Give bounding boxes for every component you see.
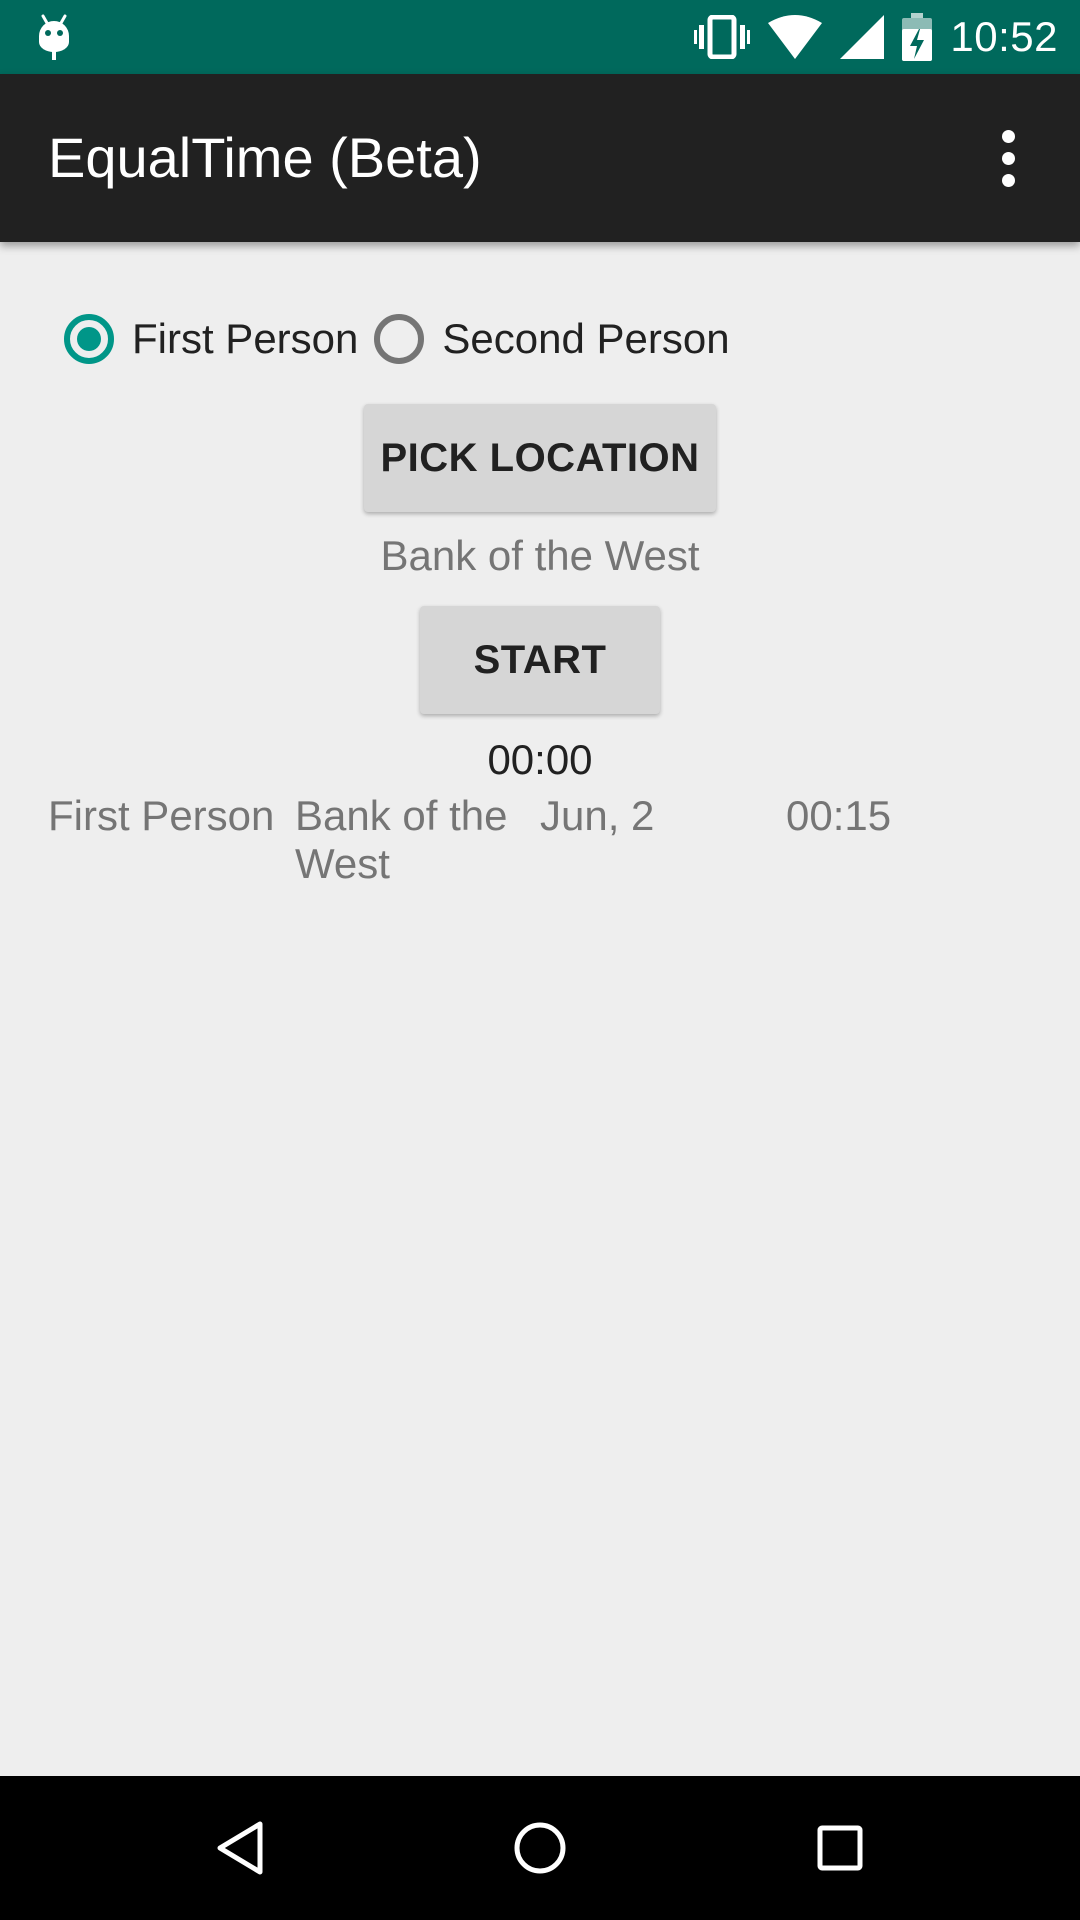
pick-location-button[interactable]: PICK LOCATION <box>364 404 716 512</box>
status-time: 10:52 <box>950 13 1058 60</box>
radio-label-first-person: First Person <box>132 315 359 362</box>
radio-unchecked-icon[interactable] <box>374 314 425 364</box>
signal-icon <box>840 15 885 59</box>
history-duration: 00:15 <box>786 792 892 839</box>
back-icon[interactable] <box>195 1803 285 1893</box>
status-icons: 10:52 <box>694 0 1058 74</box>
history-person: First Person <box>48 792 275 839</box>
wifi-icon <box>768 15 823 59</box>
app-title: EqualTime (Beta) <box>48 126 482 189</box>
navigation-bar <box>0 1776 1080 1920</box>
home-icon-glyph <box>514 1822 566 1874</box>
vibrate-icon <box>694 15 751 59</box>
history-location: Bank of the West <box>295 792 508 887</box>
back-icon-glyph <box>217 1821 263 1875</box>
app-bar: EqualTime (Beta) <box>0 74 1080 242</box>
overflow-menu-icon[interactable] <box>966 116 1050 200</box>
radio-label-second-person: Second Person <box>442 315 730 362</box>
menu-dot <box>1001 129 1015 143</box>
menu-dot <box>1001 151 1015 165</box>
status-bar: 10:52 <box>0 0 1080 74</box>
radio-checked-icon[interactable] <box>64 314 114 364</box>
battery-charging-icon <box>902 13 933 61</box>
start-button[interactable]: START <box>420 606 660 714</box>
recents-icon-glyph <box>817 1825 863 1871</box>
recents-icon[interactable] <box>795 1803 885 1893</box>
menu-dot <box>1001 173 1015 187</box>
history-date: Jun, 2 <box>540 792 655 839</box>
radio-second-person[interactable]: Second Person <box>374 306 730 372</box>
home-icon[interactable] <box>495 1803 585 1893</box>
android-debug-icon <box>39 14 69 60</box>
timer-display: 00:00 <box>487 736 593 783</box>
radio-first-person[interactable]: First Person <box>64 306 358 372</box>
person-radio-group: First Person Second Person <box>64 306 730 372</box>
selected-location: Bank of the West <box>380 532 700 579</box>
